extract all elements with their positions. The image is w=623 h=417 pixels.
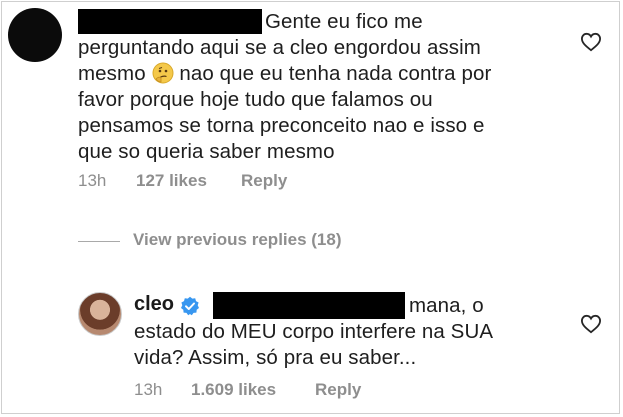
commenter-avatar[interactable]: [8, 8, 62, 62]
redacted-username: [78, 9, 262, 34]
comment1-text-line5: pensamos se torna preconceito nao e isso…: [78, 114, 485, 137]
comment1-text-line3b: nao que eu tenha nada contra por: [179, 62, 492, 85]
comment1-timestamp: 13h: [78, 171, 107, 190]
heart-outline-icon[interactable]: [580, 32, 602, 52]
verified-badge-icon: [181, 296, 199, 316]
reply-username[interactable]: cleo: [134, 293, 174, 316]
heart-outline-icon[interactable]: [580, 314, 602, 334]
cleo-avatar[interactable]: [78, 292, 122, 336]
reply-text-line2: estado do MEU corpo interfere na SUA: [134, 320, 494, 343]
reply-timestamp: 13h: [134, 380, 163, 399]
comment1-likes[interactable]: 127 likes: [136, 171, 207, 191]
comment1-text-line4: favor porque hoje tudo que falamos ou: [78, 88, 433, 111]
reply-likes[interactable]: 1.609 likes: [191, 380, 276, 400]
comment1-reply-button[interactable]: Reply: [241, 171, 287, 191]
reply-text-line3: vida? Assim, só pra eu saber...: [134, 346, 417, 369]
reply-text-line1: mana, o: [409, 294, 484, 317]
comment1-text-line3a: mesmo: [78, 62, 146, 85]
comment1-text-line3: mesmo nao que eu tenha nada contra por: [78, 61, 491, 87]
view-previous-replies-button[interactable]: View previous replies (18): [133, 230, 342, 250]
replies-divider: [78, 241, 120, 242]
comment1-text-line6: que so queria saber mesmo: [78, 140, 335, 163]
comment1-text-line1: Gente eu fico me: [265, 10, 423, 33]
redacted-mention: [213, 292, 405, 319]
thinking-face-emoji: [152, 62, 174, 84]
reply-reply-button[interactable]: Reply: [315, 380, 361, 400]
comment1-text-line2: perguntando aqui se a cleo engordou assi…: [78, 36, 481, 59]
